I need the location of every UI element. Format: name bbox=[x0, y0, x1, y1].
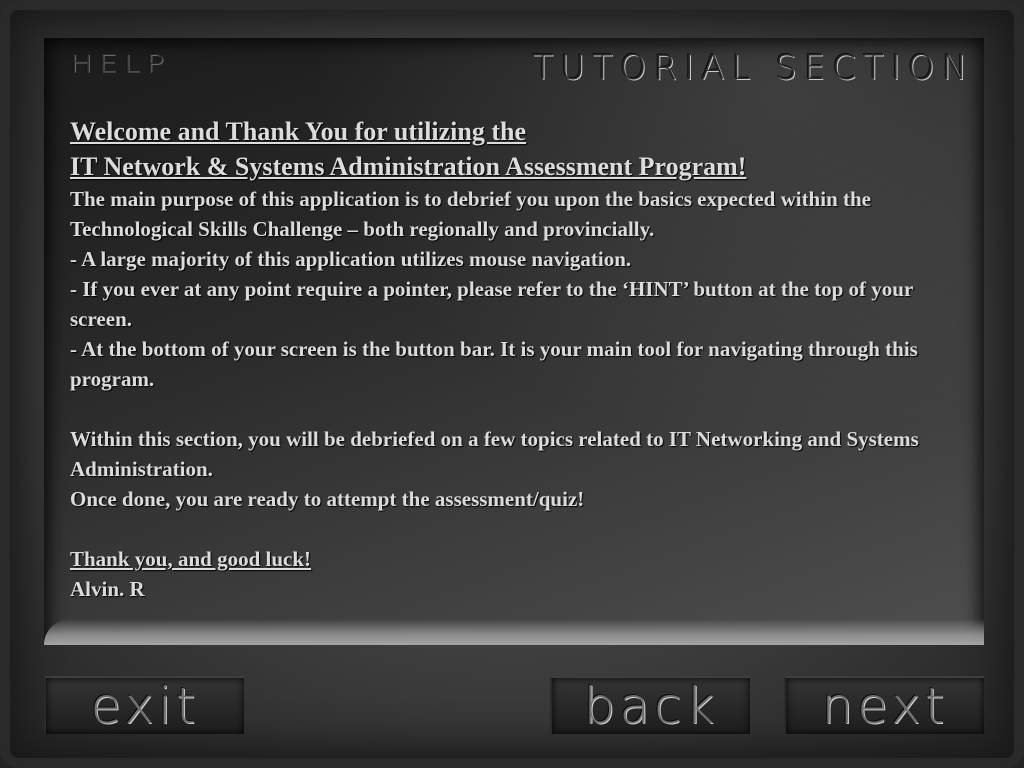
intro-paragraph: The main purpose of this application is … bbox=[70, 187, 918, 391]
closing-text: Thank you, and good luck! bbox=[70, 547, 312, 571]
back-button[interactable]: back bbox=[550, 676, 750, 734]
next-button-label: next bbox=[821, 677, 949, 735]
section-title: TUTORIAL SECTION bbox=[532, 48, 974, 88]
tutorial-content: Welcome and Thank You for utilizing the … bbox=[70, 114, 960, 604]
exit-button[interactable]: exit bbox=[44, 676, 244, 734]
section-paragraph: Within this section, you will be debrief… bbox=[70, 427, 919, 511]
welcome-heading-line2: IT Network & Systems Administration Asse… bbox=[70, 152, 747, 181]
screen-bevel bbox=[44, 619, 984, 645]
next-button[interactable]: next bbox=[784, 676, 984, 734]
author-signature: Alvin. R bbox=[70, 577, 145, 601]
welcome-heading-line1: Welcome and Thank You for utilizing the bbox=[70, 117, 527, 146]
exit-button-label: exit bbox=[90, 677, 200, 735]
back-button-label: back bbox=[583, 677, 719, 735]
help-label: HELP bbox=[70, 50, 171, 78]
